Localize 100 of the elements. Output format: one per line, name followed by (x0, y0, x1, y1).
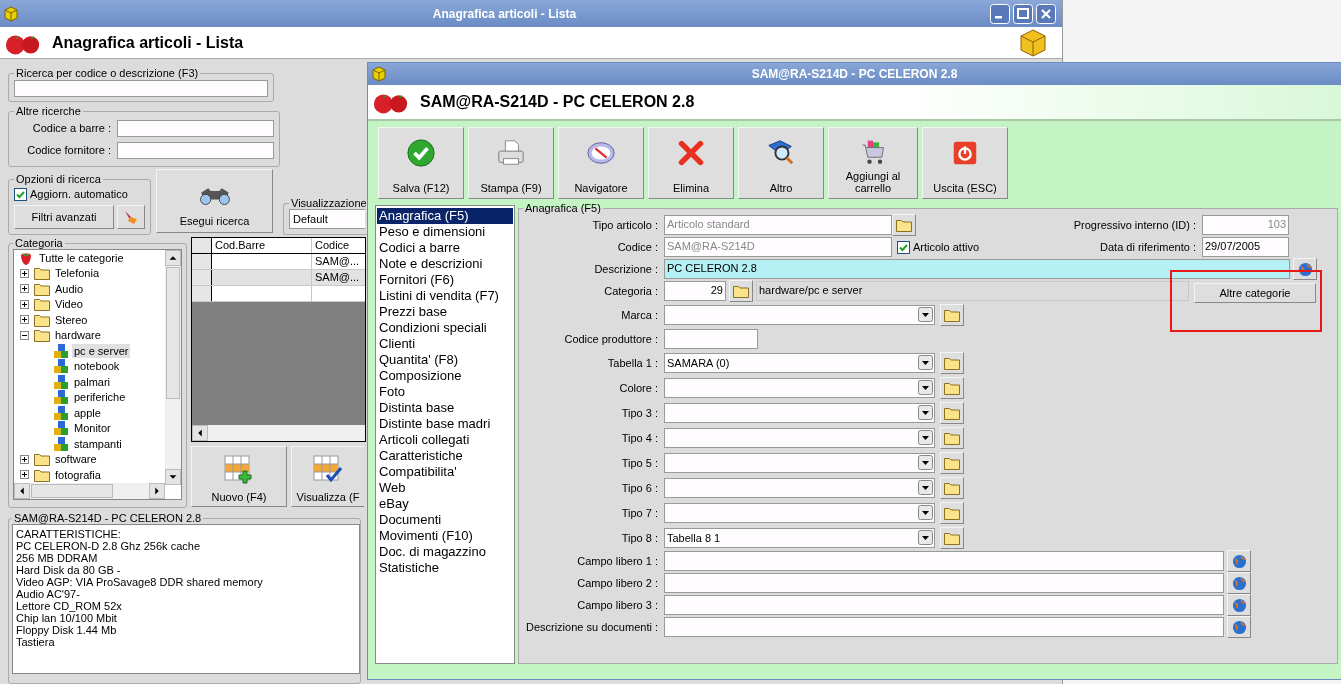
section-item[interactable]: Listini di vendita (F7) (377, 288, 513, 304)
section-item[interactable]: Codici a barre (377, 240, 513, 256)
search-button[interactable]: Esegui ricerca (156, 169, 273, 233)
section-item[interactable]: Fornitori (F6) (377, 272, 513, 288)
tree-item[interactable]: apple (72, 405, 103, 420)
section-item[interactable]: Caratteristiche (377, 448, 513, 464)
collapse-icon[interactable] (20, 330, 29, 340)
delete-button[interactable]: Elimina (648, 127, 734, 199)
dropdown[interactable]: SAMARA (0) (664, 352, 935, 373)
tree-item[interactable]: stampanti (72, 436, 124, 451)
folder-button[interactable] (940, 401, 964, 424)
expand-icon[interactable] (20, 284, 29, 294)
code-field[interactable]: 29 (664, 281, 726, 301)
vertical-scrollbar[interactable] (165, 250, 181, 485)
advanced-filters-button[interactable]: Filtri avanzati (14, 205, 114, 229)
section-item[interactable]: Foto (377, 384, 513, 400)
section-item[interactable]: Quantita' (F8) (377, 352, 513, 368)
folder-button[interactable] (940, 526, 964, 549)
folder-button[interactable] (940, 501, 964, 524)
grid-row[interactable]: SAM@... (192, 270, 365, 286)
maximize-button[interactable] (1013, 3, 1033, 24)
text-field[interactable]: PC CELERON 2.8 (664, 259, 1290, 279)
globe-button[interactable] (1227, 616, 1251, 638)
folder-button[interactable] (729, 280, 753, 302)
other-categories-button[interactable]: Altre categorie (1194, 283, 1316, 303)
scrollbar-thumb[interactable] (166, 267, 180, 399)
folder-button[interactable] (940, 303, 964, 326)
section-item[interactable]: Note e descrizioni (377, 256, 513, 272)
input-field[interactable] (117, 119, 274, 137)
new-button[interactable]: Nuovo (F4) (191, 446, 287, 507)
dropdown[interactable]: Tabella 8 1 (664, 527, 935, 548)
column-header[interactable]: Codice (312, 238, 365, 253)
section-item[interactable]: Anagrafica (F5) (377, 208, 513, 224)
section-item[interactable]: Compatibilita' (377, 464, 513, 480)
notes-box[interactable] (12, 524, 360, 674)
checkbox[interactable] (14, 187, 27, 201)
other-button[interactable]: Altro (738, 127, 824, 199)
section-item[interactable]: Clienti (377, 336, 513, 352)
globe-button[interactable] (1227, 572, 1251, 594)
text-field[interactable] (664, 573, 1224, 593)
expand-icon[interactable] (20, 315, 29, 325)
tree-item[interactable]: software (53, 452, 99, 467)
tree-item[interactable]: hardware (53, 328, 103, 343)
cart-button[interactable]: Aggiungi al carrello (828, 127, 918, 199)
tree-item[interactable]: Audio (53, 281, 86, 296)
text-field[interactable] (664, 551, 1224, 571)
tree-item[interactable]: Monitor (72, 421, 113, 436)
input-field[interactable] (117, 141, 274, 159)
section-item[interactable]: Condizioni speciali (377, 320, 513, 336)
navigator-button[interactable]: Navigatore (558, 127, 644, 199)
section-item[interactable]: Movimenti (F10) (377, 528, 513, 544)
tree-item[interactable]: periferiche (72, 390, 128, 405)
text-field[interactable] (664, 617, 1224, 637)
print-button[interactable]: Stampa (F9) (468, 127, 554, 199)
scrollbar-thumb[interactable] (31, 484, 113, 498)
section-item[interactable]: Web (377, 480, 513, 496)
section-item[interactable]: Documenti (377, 512, 513, 528)
section-item[interactable]: Composizione (377, 368, 513, 384)
grid-row[interactable]: SAM@... (192, 254, 365, 270)
filter-button[interactable] (117, 205, 145, 229)
tree-item[interactable]: Telefonia (53, 266, 102, 281)
section-item[interactable]: eBay (377, 496, 513, 512)
tree-item[interactable]: notebook (72, 359, 122, 374)
section-item[interactable]: Articoli collegati (377, 432, 513, 448)
globe-button[interactable] (1227, 594, 1251, 616)
folder-button[interactable] (940, 351, 964, 374)
section-item[interactable]: Prezzi base (377, 304, 513, 320)
text-field[interactable] (664, 595, 1224, 615)
section-item[interactable]: Statistiche (377, 560, 513, 576)
folder-button[interactable] (892, 214, 916, 236)
horizontal-scrollbar[interactable] (192, 425, 365, 441)
globe-button[interactable] (1293, 258, 1317, 280)
view-button[interactable]: Visualizza (F (291, 446, 364, 507)
section-item[interactable]: Peso e dimensioni (377, 224, 513, 240)
date-field[interactable]: 29/07/2005 (1202, 237, 1289, 257)
horizontal-scrollbar[interactable] (14, 483, 165, 499)
tree-item[interactable]: Stereo (53, 312, 90, 327)
section-item[interactable]: Doc. di magazzino (377, 544, 513, 560)
minimize-button[interactable] (990, 3, 1010, 24)
folder-button[interactable] (940, 426, 964, 449)
tree-item[interactable]: fotografia (53, 467, 103, 482)
folder-button[interactable] (940, 376, 964, 399)
column-header[interactable]: Cod.Barre (212, 238, 312, 253)
tree-item[interactable]: palmari (72, 374, 113, 389)
folder-button[interactable] (940, 476, 964, 499)
tree-item[interactable]: pc e server (72, 343, 131, 358)
tree-item[interactable]: Tutte le categorie (37, 250, 126, 265)
view-dropdown[interactable]: Default (289, 209, 365, 229)
close-button[interactable] (1036, 3, 1056, 24)
tree-item[interactable]: Video (53, 297, 85, 312)
globe-button[interactable] (1227, 550, 1251, 572)
expand-icon[interactable] (20, 268, 29, 278)
save-button[interactable]: Salva (F12) (378, 127, 464, 199)
search-field[interactable] (14, 80, 268, 97)
section-item[interactable]: Distinta base (377, 400, 513, 416)
expand-icon[interactable] (20, 299, 29, 309)
exit-button[interactable]: Uscita (ESC) (922, 127, 1008, 199)
folder-button[interactable] (940, 451, 964, 474)
expand-icon[interactable] (20, 470, 29, 480)
text-field[interactable] (664, 328, 758, 349)
